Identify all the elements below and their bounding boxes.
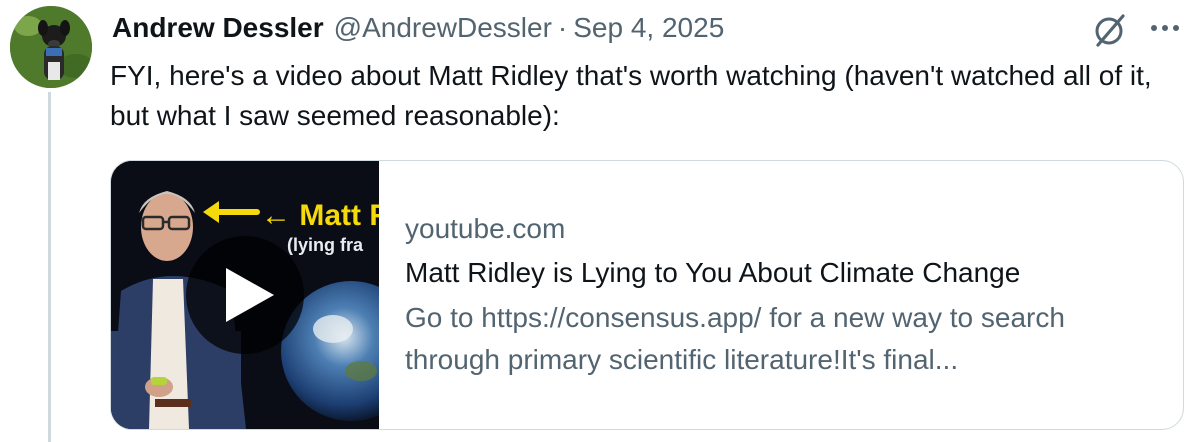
thumbnail-subtitle: (lying fra [287,235,364,255]
more-options-icon[interactable] [1146,18,1186,38]
play-icon [226,268,274,322]
post-date[interactable]: Sep 4, 2025 [573,10,724,46]
avatar-image [10,6,92,88]
thumbnail-title: ← Matt Ri [261,199,379,232]
card-description: Go to https://consensus.app/ for a new w… [405,302,1065,375]
video-thumbnail[interactable]: ← Matt Ri (lying fra [111,161,379,429]
avatar[interactable] [10,6,92,88]
play-button[interactable] [186,236,304,354]
author-handle[interactable]: @AndrewDessler [334,10,552,46]
card-domain: youtube.com [405,213,566,244]
link-card[interactable]: ← Matt Ri (lying fra youtube.com Matt Ri… [110,160,1184,430]
grok-icon[interactable] [1090,10,1130,50]
author-name[interactable]: Andrew Dessler [112,10,324,46]
card-title[interactable]: Matt Ridley is Lying to You About Climat… [405,251,1165,295]
separator-dot: · [557,12,568,43]
post-header: Andrew Dessler @AndrewDessler · Sep 4, 2… [112,10,724,46]
card-text: youtube.com Matt Ridley is Lying to You … [405,209,1165,381]
thread-line [48,92,51,442]
post-text: FYI, here's a video about Matt Ridley th… [110,60,1152,131]
